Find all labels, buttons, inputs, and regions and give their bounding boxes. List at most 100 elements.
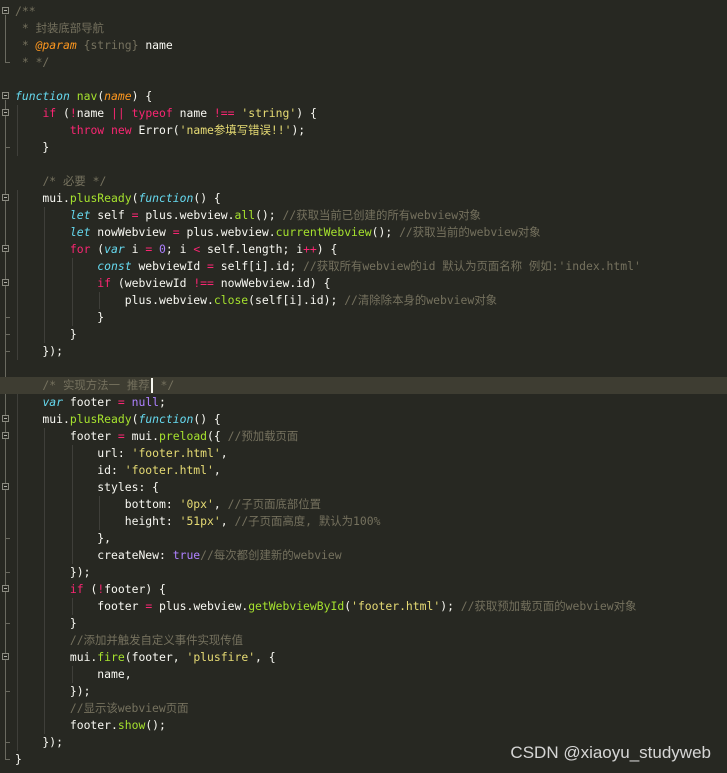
code-line[interactable]: }, (0, 530, 727, 547)
code-line[interactable]: function nav(name) { (0, 88, 727, 105)
code-text: bottom: '0px', //子页面底部位置 (15, 496, 321, 513)
code-line[interactable]: mui.plusReady(function() { (0, 190, 727, 207)
code-line[interactable]: let self = plus.webview.all(); //获取当前已创建… (0, 207, 727, 224)
fold-toggle-icon[interactable] (2, 432, 9, 439)
code-text: }); (15, 564, 91, 581)
fold-toggle-icon[interactable] (2, 585, 9, 592)
code-line[interactable]: throw new Error('name参填写错误!!'); (0, 122, 727, 139)
code-line[interactable]: //显示该webview页面 (0, 700, 727, 717)
fold-toggle-icon[interactable] (2, 415, 9, 422)
code-token: currentWebview (275, 225, 372, 239)
code-line[interactable]: if (!name || typeof name !== 'string') { (0, 105, 727, 122)
code-line[interactable]: * 封装底部导航 (0, 20, 727, 37)
code-line[interactable]: const webviewId = self[i].id; //获取所有webv… (0, 258, 727, 275)
code-token: ( (83, 582, 98, 596)
code-token: } (15, 140, 50, 154)
code-line[interactable]: footer = plus.webview.getWebviewById('fo… (0, 598, 727, 615)
fold-toggle-icon[interactable] (2, 279, 9, 286)
code-token: function (15, 89, 70, 103)
code-token: //每次都创建新的webview (200, 548, 342, 562)
code-token: 'footer.html' (124, 463, 214, 477)
code-line[interactable]: /** (0, 3, 727, 20)
code-token: , { (255, 650, 276, 664)
code-line[interactable]: } (0, 615, 727, 632)
code-token: nowWebview (90, 225, 173, 239)
code-token: nowWebview.id) { (213, 276, 331, 290)
code-line[interactable] (0, 360, 727, 377)
code-token: i (124, 242, 146, 256)
code-text: /* 实现方法一 推荐 */ (15, 377, 174, 394)
code-token: 'plusfire' (186, 650, 256, 664)
fold-toggle-icon[interactable] (2, 92, 9, 99)
code-token: //获取所有webview的id 默认为页面名称 例如:'index.html' (303, 259, 641, 273)
code-line[interactable]: }); (0, 683, 727, 700)
fold-toggle-icon[interactable] (2, 483, 9, 490)
code-line[interactable]: if (!footer) { (0, 581, 727, 598)
code-token: mui. (15, 412, 70, 426)
code-token: }); (15, 344, 64, 358)
code-token: plusReady (69, 412, 132, 426)
code-text: createNew: true//每次都创建新的webview (15, 547, 342, 564)
code-line[interactable]: var footer = null; (0, 394, 727, 411)
code-token: 0 (159, 242, 166, 256)
code-editor[interactable]: /** * 封装底部导航 * @param {string} name * */… (0, 0, 727, 773)
code-token: getWebviewById (248, 599, 345, 613)
code-line[interactable] (0, 71, 727, 88)
code-line[interactable]: styles: { (0, 479, 727, 496)
code-line[interactable] (0, 156, 727, 173)
fold-toggle-icon[interactable] (2, 194, 9, 201)
code-token: //获取当前的webview对象 (399, 225, 541, 239)
code-token: //显示该webview页面 (69, 701, 189, 715)
code-line[interactable]: }); (0, 343, 727, 360)
code-line[interactable]: mui.plusReady(function() { (0, 411, 727, 428)
code-token: }); (15, 565, 91, 579)
code-line[interactable]: for (var i = 0; i < self.length; i++) { (0, 241, 727, 258)
code-text: /** (15, 3, 36, 20)
code-token: 'footer.html' (351, 599, 441, 613)
code-line[interactable]: } (0, 309, 727, 326)
code-token: preload (159, 429, 208, 443)
code-line[interactable]: url: 'footer.html', (0, 445, 727, 462)
code-line[interactable]: mui.fire(footer, 'plusfire', { (0, 649, 727, 666)
code-token: (self[i].id); (248, 293, 345, 307)
code-text: footer = mui.preload({ //预加载页面 (15, 428, 298, 445)
code-line[interactable]: height: '51px', //子页面高度, 默认为100% (0, 513, 727, 530)
code-token: close (213, 293, 249, 307)
code-token: {string} (76, 38, 146, 52)
code-line[interactable]: /* 必要 */ (0, 173, 727, 190)
code-line[interactable]: bottom: '0px', //子页面底部位置 (0, 496, 727, 513)
code-line[interactable]: footer = mui.preload({ //预加载页面 (0, 428, 727, 445)
code-line[interactable]: //添加并触发自定义事件实现传值 (0, 632, 727, 649)
code-line[interactable]: createNew: true//每次都创建新的webview (0, 547, 727, 564)
code-token: function (138, 191, 194, 205)
fold-toggle-icon[interactable] (2, 7, 9, 14)
fold-toggle-icon[interactable] (2, 245, 9, 252)
code-line[interactable]: plus.webview.close(self[i].id); //清除除本身的… (0, 292, 727, 309)
code-text: var footer = null; (15, 394, 165, 411)
code-line[interactable]: if (webviewId !== nowWebview.id) { (0, 275, 727, 292)
code-token: 'footer.html' (131, 446, 221, 460)
code-line[interactable]: /* 实现方法一 推荐 */ (0, 377, 727, 394)
code-text: } (15, 751, 22, 768)
code-line[interactable]: } (0, 139, 727, 156)
code-line[interactable]: }); (0, 564, 727, 581)
code-line[interactable]: id: 'footer.html', (0, 462, 727, 479)
code-token: name (145, 38, 173, 52)
fold-toggle-icon[interactable] (2, 109, 9, 116)
fold-toggle-icon[interactable] (2, 653, 9, 660)
code-line[interactable]: * @param {string} name (0, 37, 727, 54)
code-token: mui. (15, 191, 70, 205)
code-line[interactable]: } (0, 326, 727, 343)
code-line[interactable]: footer.show(); (0, 717, 727, 734)
code-token: ++ (303, 242, 317, 256)
code-token: nav (76, 89, 98, 103)
code-token: (); (145, 718, 166, 732)
code-line[interactable]: * */ (0, 54, 727, 71)
code-token: self.length; i (200, 242, 304, 256)
code-line[interactable]: name, (0, 666, 727, 683)
code-line[interactable]: let nowWebview = plus.webview.currentWeb… (0, 224, 727, 241)
code-text: footer = plus.webview.getWebviewById('fo… (15, 598, 636, 615)
code-token: mui. (15, 650, 98, 664)
